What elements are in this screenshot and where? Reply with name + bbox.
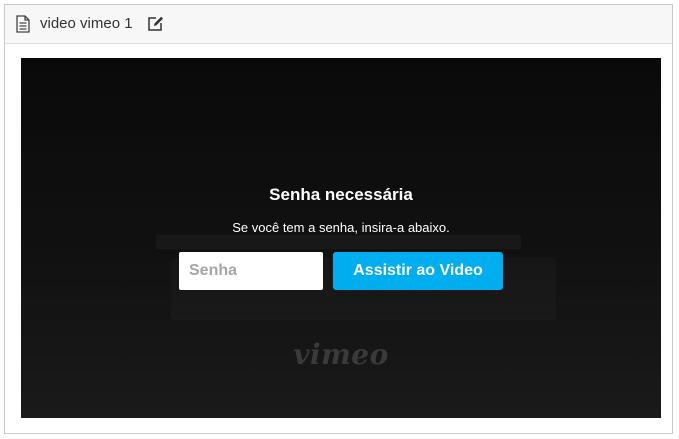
vimeo-player: Senha necessária Se você tem a senha, in… <box>21 58 661 418</box>
video-panel: video vimeo 1 Senha necessária Se você t… <box>4 4 673 434</box>
password-input[interactable] <box>179 252 323 290</box>
background-placeholder-bar <box>156 235 521 249</box>
password-required-title: Senha necessária <box>269 185 413 204</box>
watch-video-button[interactable]: Assistir ao Video <box>333 252 503 290</box>
panel-title: video vimeo 1 <box>40 15 133 32</box>
password-instructions: Se você tem a senha, insira-a abaixo. <box>232 220 450 235</box>
document-icon <box>15 15 31 33</box>
edit-icon[interactable] <box>147 15 164 32</box>
vimeo-logo: vimeo <box>293 338 389 371</box>
panel-header: video vimeo 1 <box>5 5 672 44</box>
